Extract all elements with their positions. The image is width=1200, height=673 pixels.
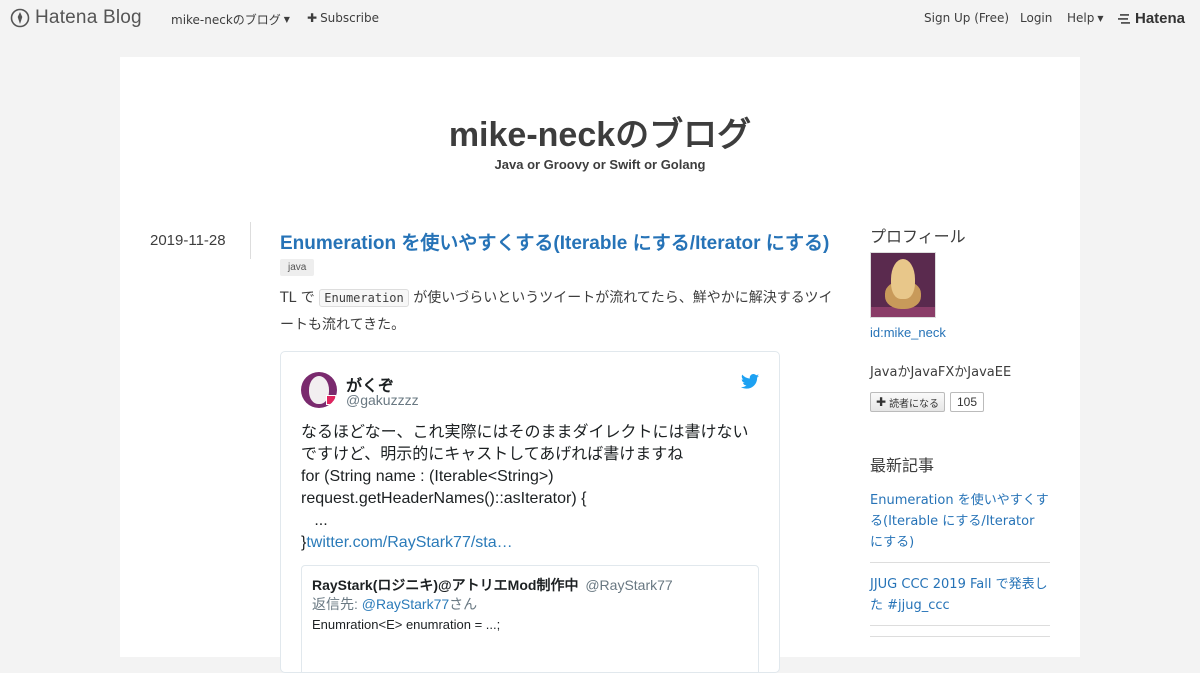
blog-description: Java or Groovy or Swift or Golang xyxy=(494,157,706,172)
reader-count-badge[interactable]: 105 xyxy=(950,392,985,412)
plus-icon: ✚ xyxy=(307,11,318,25)
hatena-blog-logo[interactable]: Hatena Blog xyxy=(10,7,142,29)
avatar-badge xyxy=(326,395,336,405)
quoted-tweet-header: RayStark(ロジニキ)@アトリエMod制作中 @RayStark77 xyxy=(312,575,673,595)
tweet-author-handle[interactable]: @gakuzzzz xyxy=(346,392,419,408)
tweet-line: ... xyxy=(301,512,328,529)
help-label: Help xyxy=(1067,11,1095,25)
recent-entries-list: Enumeration を使いやすくする(Iterable にする/Iterat… xyxy=(870,487,1050,645)
global-header: Hatena Blog mike-neckのブログ ▼ ✚ Subscribe … xyxy=(0,0,1200,36)
reply-suffix: さん xyxy=(449,596,478,612)
entry-category-tag[interactable]: java xyxy=(280,259,315,276)
login-link[interactable]: Login xyxy=(1020,11,1052,25)
entry-date[interactable]: 2019-11-28 xyxy=(150,232,226,249)
chevron-down-icon: ▼ xyxy=(283,15,290,24)
quoted-author-name: RayStark(ロジニキ)@アトリエMod制作中 xyxy=(312,577,579,593)
tweet-text: なるほどなー、これ実際にはそのままダイレクトには書けない ですけど、明示的にキャ… xyxy=(301,422,761,554)
subscribe-reader-label: 読者になる xyxy=(889,398,940,410)
profile-heading: プロフィール xyxy=(870,227,966,246)
embedded-tweet[interactable]: がくぞ @gakuzzzz なるほどなー、これ実際にはそのままダイレクトには書け… xyxy=(280,351,780,673)
twitter-bird-icon[interactable] xyxy=(741,374,759,393)
quoted-reply-line: 返信先: @RayStark77さん xyxy=(312,594,477,614)
recent-entry-link[interactable]: JJUG CCC 2019 Fall で発表した #jjug_ccc xyxy=(870,571,1050,626)
tweet-line: request.getHeaderNames()::asIterator) { xyxy=(301,490,587,507)
reply-mention-link[interactable]: @RayStark77 xyxy=(362,596,449,612)
entry-title[interactable]: Enumeration を使いやすくする(Iterable にする/Iterat… xyxy=(280,228,829,255)
tweet-line-last: }twitter.com/RayStark77/sta… xyxy=(301,532,761,554)
tweet-line: for (String name : (Iterable<String>) xyxy=(301,468,554,485)
recent-entries-heading: 最新記事 xyxy=(870,456,935,475)
chevron-down-icon: ▼ xyxy=(1097,13,1104,23)
signup-link[interactable]: Sign Up (Free) xyxy=(924,11,1009,25)
hatena-blog-logo-text: Hatena Blog xyxy=(35,7,142,28)
recent-entry-divider xyxy=(870,634,1050,637)
blog-title[interactable]: mike-neckのブログ xyxy=(120,107,1080,156)
profile-description: JavaかJavaFXかJavaEE xyxy=(870,365,1012,380)
plus-icon: ✚ xyxy=(876,395,887,409)
quoted-author-handle: @RayStark77 xyxy=(585,577,673,593)
help-dropdown[interactable]: Help ▼ xyxy=(1067,11,1104,25)
hatena-logo-text: Hatena xyxy=(1135,10,1186,27)
hatena-lines-icon xyxy=(1118,13,1130,24)
entry-body-prefix: TL で xyxy=(280,290,315,306)
profile-avatar[interactable] xyxy=(870,252,936,318)
blog-container: mike-neckのブログ Java or Groovy or Swift or… xyxy=(120,57,1080,673)
reply-prefix: 返信先: xyxy=(312,596,362,612)
avatar-flame-shape xyxy=(891,259,915,299)
recent-entry-link[interactable]: Enumeration を使いやすくする(Iterable にする/Iterat… xyxy=(870,487,1050,563)
subscribe-label: Subscribe xyxy=(320,11,380,25)
entry-body-paragraph: TL で Enumeration が使いづらいというツイートが流れてたら、鮮やか… xyxy=(280,285,835,339)
tweet-line: なるほどなー、これ実際にはそのままダイレクトには書けない xyxy=(301,424,749,441)
subscribe-link[interactable]: ✚ Subscribe xyxy=(307,11,379,25)
tweet-link[interactable]: twitter.com/RayStark77/sta… xyxy=(306,534,512,551)
blog-menu-label: mike-neckのブログ xyxy=(171,13,281,27)
tweet-line: ですけど、明示的にキャストしてあげれば書けますね xyxy=(301,446,684,463)
date-divider xyxy=(250,222,251,259)
profile-id-link[interactable]: id:mike_neck xyxy=(870,325,946,340)
inline-code: Enumeration xyxy=(319,289,409,307)
quoted-tweet[interactable]: RayStark(ロジニキ)@アトリエMod制作中 @RayStark77 返信… xyxy=(301,565,759,672)
subscribe-reader-button[interactable]: ✚ 読者になる xyxy=(870,392,946,412)
tweet-avatar[interactable] xyxy=(301,372,337,408)
blog-menu-dropdown[interactable]: mike-neckのブログ ▼ xyxy=(171,11,290,28)
hatena-blog-pen-icon xyxy=(10,8,30,28)
hatena-logo[interactable]: Hatena xyxy=(1118,10,1185,27)
